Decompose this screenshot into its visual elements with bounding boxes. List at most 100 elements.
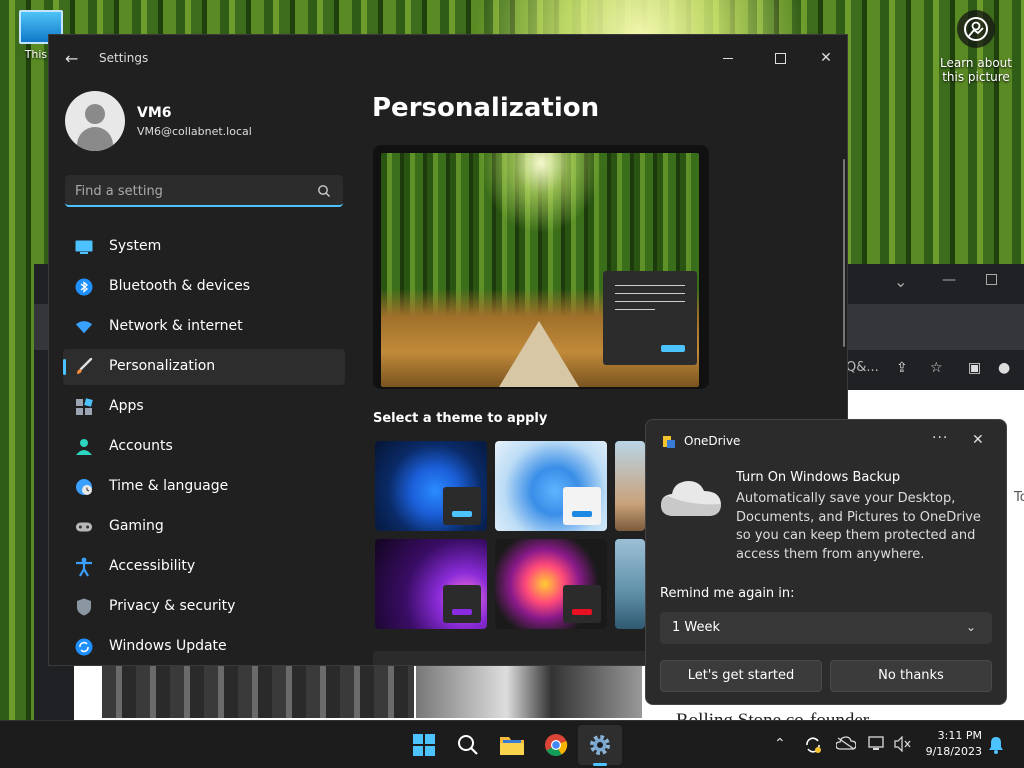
search-input[interactable] <box>73 181 307 201</box>
preview-line <box>615 309 655 310</box>
sidebar-item-system[interactable]: System <box>63 229 345 265</box>
close-icon[interactable]: ✕ <box>972 432 984 448</box>
sidebar-item-personalization[interactable]: Personalization <box>63 349 345 385</box>
sidebar-item-label: Accessibility <box>109 558 196 574</box>
chevron-down-icon[interactable]: ⌄ <box>894 272 907 291</box>
browser-minimize-icon[interactable]: — <box>942 272 956 288</box>
preview-window-sample <box>603 271 697 365</box>
sidebar-item-windows-update[interactable]: Windows Update <box>63 629 345 665</box>
no-thanks-button[interactable]: No thanks <box>830 660 992 692</box>
news-image[interactable] <box>102 666 414 718</box>
sidebar-item-bluetooth[interactable]: Bluetooth & devices <box>63 269 345 305</box>
theme-mini-window <box>443 487 481 525</box>
share-icon[interactable]: ⇪ <box>896 360 908 376</box>
network-icon[interactable] <box>868 736 886 756</box>
taskbar: ⌃ 3:11 PM 9/18/2023 <box>0 720 1024 768</box>
camera-icon <box>957 10 995 48</box>
clock-globe-icon <box>75 478 93 496</box>
brush-icon <box>75 358 93 376</box>
page-text-fragment: To <box>1014 490 1024 505</box>
user-name: VM6 <box>137 105 172 121</box>
theme-accent-swatch <box>572 609 592 615</box>
settings-card[interactable] <box>373 651 653 665</box>
minimize-button[interactable] <box>715 45 741 71</box>
accessibility-icon <box>75 557 93 577</box>
sidebar-item-network[interactable]: Network & internet <box>63 309 345 345</box>
sidebar-icon[interactable]: ▣ <box>968 360 981 376</box>
search-box[interactable] <box>65 175 343 207</box>
sidebar-item-time-language[interactable]: Time & language <box>63 469 345 505</box>
sidebar-item-label: Windows Update <box>109 638 227 654</box>
sidebar-item-gaming[interactable]: Gaming <box>63 509 345 545</box>
scrollbar[interactable] <box>843 159 845 347</box>
sidebar-item-label: System <box>109 238 162 254</box>
theme-accent-swatch <box>452 511 472 517</box>
sync-icon[interactable] <box>804 736 822 758</box>
chrome-button[interactable] <box>542 731 570 759</box>
preview-path <box>499 321 579 387</box>
sidebar-item-apps[interactable]: Apps <box>63 389 345 425</box>
page-title: Personalization <box>372 93 600 123</box>
back-arrow-icon[interactable]: ← <box>65 49 78 68</box>
sidebar-item-accessibility[interactable]: Accessibility <box>63 549 345 585</box>
chevron-up-icon[interactable]: ⌃ <box>774 736 786 752</box>
sidebar-item-label: Accounts <box>109 438 173 454</box>
taskbar-search-button[interactable] <box>454 731 482 759</box>
folder-icon <box>500 737 524 755</box>
volume-muted-icon[interactable] <box>894 735 912 756</box>
notification-bell-icon[interactable] <box>988 736 1004 758</box>
gear-icon <box>590 735 610 755</box>
preview-button-sample <box>661 345 685 352</box>
search-icon[interactable] <box>317 183 331 202</box>
remind-interval-select[interactable]: 1 Week ⌄ <box>660 612 992 644</box>
avatar-body <box>77 127 113 151</box>
sidebar-item-privacy[interactable]: Privacy & security <box>63 589 345 625</box>
remind-label: Remind me again in: <box>660 586 795 601</box>
account-icon <box>75 438 93 456</box>
start-button[interactable] <box>410 731 438 759</box>
more-options-icon[interactable]: ··· <box>932 430 948 446</box>
learn-about-picture[interactable]: Learn about this picture <box>934 10 1018 84</box>
toast-app-name: OneDrive <box>684 434 741 448</box>
onedrive-notification: OneDrive ··· ✕ Turn On Windows Backup Au… <box>645 419 1007 705</box>
sidebar-item-label: Time & language <box>109 478 229 494</box>
settings-titlebar[interactable]: ← Settings ✕ <box>49 35 847 81</box>
browser-url-fragment[interactable]: Q&... <box>846 360 879 375</box>
bluetooth-icon <box>75 278 93 296</box>
maximize-button[interactable] <box>767 45 793 71</box>
avatar[interactable] <box>65 91 125 151</box>
update-icon <box>75 638 93 656</box>
star-icon[interactable]: ☆ <box>930 360 943 376</box>
theme-glow[interactable] <box>375 539 487 629</box>
theme-partial[interactable] <box>615 441 645 531</box>
window-title: Settings <box>99 51 149 65</box>
theme-windows-light[interactable] <box>495 441 607 531</box>
sidebar-item-accounts[interactable]: Accounts <box>63 429 345 465</box>
sidebar-item-label: Personalization <box>109 358 216 374</box>
file-explorer-button[interactable] <box>498 731 526 759</box>
settings-taskbar-button[interactable] <box>586 731 614 759</box>
shield-icon <box>75 598 93 616</box>
theme-partial[interactable] <box>615 539 645 629</box>
learn-about-picture-label: Learn about this picture <box>940 56 1012 84</box>
theme-mini-window <box>563 487 601 525</box>
sidebar-item-label: Gaming <box>109 518 164 534</box>
close-icon: ✕ <box>820 50 832 66</box>
theme-accent-swatch <box>572 511 592 517</box>
get-started-button[interactable]: Let's get started <box>660 660 822 692</box>
news-image[interactable] <box>416 666 642 718</box>
active-app-indicator <box>593 763 607 766</box>
onedrive-tray-icon[interactable] <box>835 736 857 754</box>
theme-captured-motion[interactable] <box>495 539 607 629</box>
browser-maximize-icon[interactable] <box>986 274 997 285</box>
windows-logo-icon <box>413 734 435 756</box>
sidebar-item-label: Apps <box>109 398 144 414</box>
clock-time[interactable]: 3:11 PM <box>930 729 982 742</box>
chevron-down-icon: ⌄ <box>966 620 977 634</box>
clock-date[interactable]: 9/18/2023 <box>922 745 982 758</box>
profile-icon[interactable]: ● <box>998 360 1010 376</box>
select-value: 1 Week <box>672 620 721 635</box>
theme-mini-window <box>563 585 601 623</box>
theme-windows-dark[interactable] <box>375 441 487 531</box>
close-button[interactable]: ✕ <box>813 45 839 71</box>
